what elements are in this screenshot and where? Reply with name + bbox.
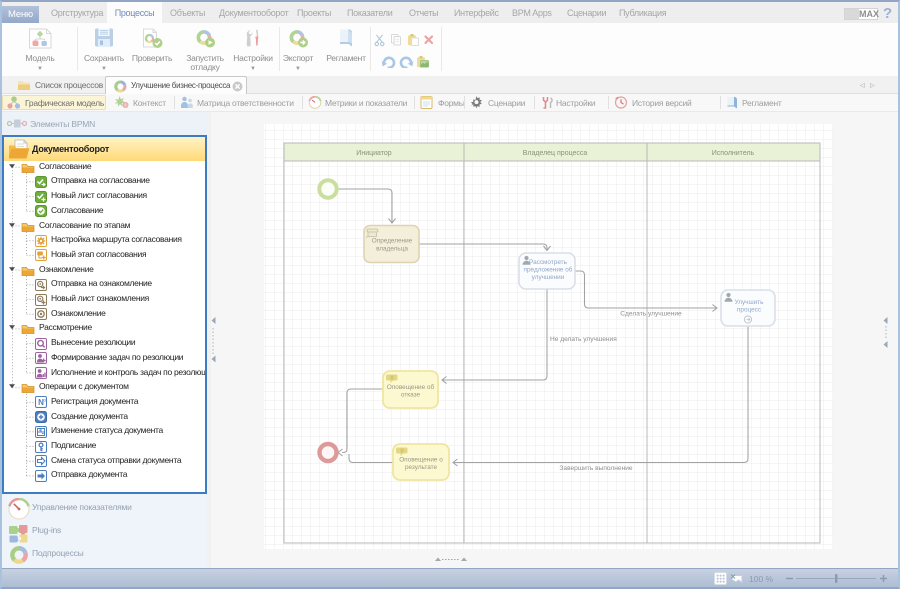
svg-text:Инициатор: Инициатор [356,150,391,157]
svg-text:Сделать улучшение: Сделать улучшение [620,311,682,318]
svg-text:Не делать улучшения: Не делать улучшения [550,336,617,343]
svg-text:процесс: процесс [737,307,762,314]
svg-text:Определение: Определение [372,238,413,245]
svg-text:Улучшить: Улучшить [735,299,765,306]
svg-text:Оповещение о: Оповещение о [399,457,443,464]
svg-text:Завершить выполнение: Завершить выполнение [559,465,632,472]
svg-text:отказе: отказе [401,392,421,399]
svg-text:улучшении: улучшении [532,274,565,281]
svg-text:владельца: владельца [376,246,408,253]
svg-text:Рассмотреть: Рассмотреть [529,259,568,266]
svg-text:Исполнитель: Исполнитель [712,150,755,157]
svg-text:предложение об: предложение об [524,266,573,274]
svg-text:Оповещение об: Оповещение об [387,383,435,391]
svg-text:результате: результате [405,464,438,471]
svg-text:Владелец процесса: Владелец процесса [523,150,588,157]
